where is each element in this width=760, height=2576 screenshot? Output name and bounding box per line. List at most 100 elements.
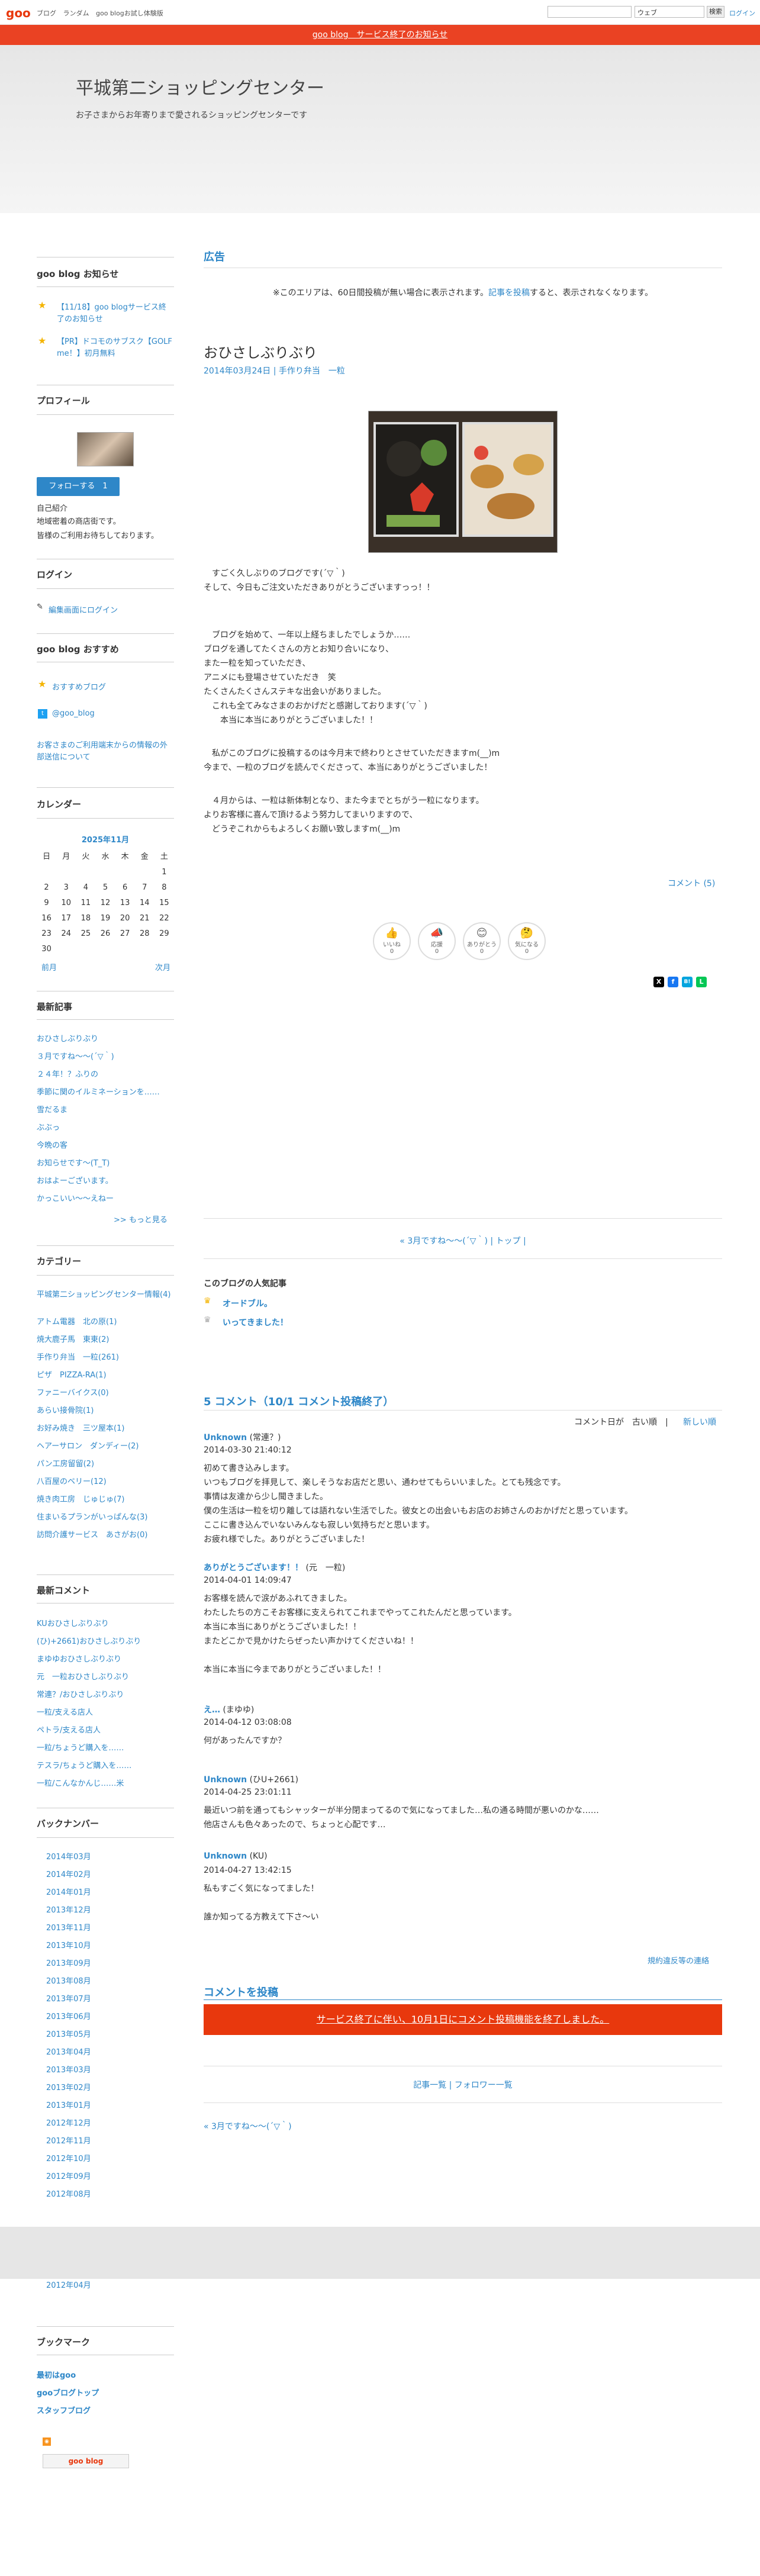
comment-author-name[interactable]: Unknown	[204, 1852, 247, 1861]
facebook-share-icon[interactable]: f	[668, 977, 678, 987]
comment-author-name[interactable]: Unknown	[204, 1775, 247, 1785]
rss-icon[interactable]: ◉	[43, 2437, 51, 2446]
backnumber-item[interactable]: 2013年02月	[46, 2081, 91, 2092]
category-item[interactable]: 焼大鹿子馬 東東(2)	[37, 1333, 109, 1344]
recent-comment[interactable]: 常連？/おひさしぶりぶり	[37, 1688, 124, 1699]
recent-comment[interactable]: ペトラ/支える店人	[37, 1724, 101, 1735]
entry-date[interactable]: 2014年03月24日 | 手作り弁当 一粒	[204, 365, 345, 376]
entry-title[interactable]: おひさしぶりぶり	[204, 341, 317, 362]
bookmark-item[interactable]: 最初はgoo	[37, 2369, 76, 2380]
recent-comment[interactable]: 一粒/ちょうど購入を……	[37, 1741, 124, 1753]
hatena-share-icon[interactable]: B!	[682, 977, 693, 987]
service-end-notice[interactable]: goo blog サービス終了のお知らせ	[0, 25, 760, 45]
follow-button[interactable]: フォローする 1	[37, 477, 120, 496]
goo-logo[interactable]: goo	[6, 6, 31, 20]
backnumber-item[interactable]: 2013年11月	[46, 1921, 91, 1933]
category-item[interactable]: ヘアーサロン ダンディー(2)	[37, 1440, 139, 1451]
comment-author-name[interactable]: Unknown	[204, 1433, 247, 1442]
backnumber-item[interactable]: 2013年05月	[46, 2028, 91, 2039]
comment-author-name[interactable]: ありがとうございます！！	[204, 1563, 303, 1573]
goo-blog-badge[interactable]: goo blog	[43, 2454, 129, 2468]
recent-comment[interactable]: 元 一粒おひさしぶりぶり	[37, 1670, 129, 1682]
search-input[interactable]	[548, 6, 632, 18]
backnumber-item[interactable]: 2014年03月	[46, 1850, 91, 1862]
goo-blog-twitter-link[interactable]: @goo_blog	[52, 709, 95, 718]
category-item[interactable]: 住まいるプランがいっぱんな(3)	[37, 1511, 147, 1522]
report-violation-link[interactable]: 規約違反等の連絡	[648, 1954, 709, 1966]
reaction-cheer-button[interactable]: 📣 応援 0	[418, 922, 456, 960]
category-item[interactable]: ファニーバイクス(0)	[37, 1386, 109, 1398]
backnumber-item[interactable]: 2014年01月	[46, 1886, 91, 1897]
recent-item[interactable]: 季節に関のイルミネーションを……	[37, 1086, 160, 1097]
category-item[interactable]: あらい接骨院(1)	[37, 1404, 94, 1415]
backnumber-item[interactable]: 2012年10月	[46, 2152, 91, 2163]
category-item[interactable]: アトム電器 北の原(1)	[37, 1315, 117, 1326]
backnumber-item[interactable]: 2012年08月	[46, 2188, 91, 2199]
category-item[interactable]: 平城第二ショッピングセンター情報(4)	[37, 1288, 174, 1299]
category-item[interactable]: パン工房留留(2)	[37, 1457, 94, 1469]
backnumber-item[interactable]: 2013年03月	[46, 2063, 91, 2075]
backnumber-item[interactable]: 2012年12月	[46, 2117, 91, 2128]
recent-more-link[interactable]: >> もっと見る	[114, 1213, 168, 1225]
category-item[interactable]: 手作り弁当 一粒(261)	[37, 1351, 119, 1362]
backnumber-item[interactable]: 2012年09月	[46, 2170, 91, 2181]
backnumber-item[interactable]: 2013年08月	[46, 1975, 91, 1986]
nav-random[interactable]: ランダム	[63, 9, 89, 17]
notice-item-1[interactable]: 【11/18】goo blogサービス終了のお知らせ	[57, 302, 173, 326]
comments-sort-new-link[interactable]: 新しい順	[683, 1416, 716, 1428]
recent-item[interactable]: かっこいい〜〜えねー	[37, 1192, 114, 1203]
recent-item[interactable]: おはよーございます。	[37, 1174, 113, 1186]
backnumber-item[interactable]: 2012年04月	[46, 2279, 91, 2290]
reaction-like-button[interactable]: 👍 いいね 0	[373, 922, 411, 960]
recommend-blog-link[interactable]: おすすめブログ	[52, 681, 106, 692]
comment-closed-notice[interactable]: サービス終了に伴い、10月1日にコメント投稿機能を終了しました。	[204, 2004, 722, 2035]
post-article-link[interactable]: 記事を投稿	[488, 288, 530, 298]
backnumber-item[interactable]: 2013年09月	[46, 1957, 91, 1968]
nav-blog[interactable]: ブログ	[37, 9, 56, 17]
bookmark-item[interactable]: スタッフブログ	[37, 2404, 91, 2416]
bookmark-item[interactable]: gooブログトップ	[37, 2387, 99, 2398]
login-link[interactable]: ログイン	[729, 8, 755, 18]
recent-item[interactable]: ３月ですね〜〜(´▽｀)	[37, 1050, 114, 1061]
comment-author-name[interactable]: え…	[204, 1705, 220, 1715]
popular-item[interactable]: いってきました！	[223, 1316, 288, 1328]
profile-avatar[interactable]	[77, 432, 134, 466]
category-item[interactable]: お好み焼き 三ツ屋本(1)	[37, 1422, 124, 1433]
search-select[interactable]: ウェブ	[635, 6, 704, 18]
category-item[interactable]: ピザ PIZZA-RA(1)	[37, 1368, 107, 1380]
recent-comment[interactable]: KUおひさしぶりぶり	[37, 1617, 109, 1628]
site-title[interactable]: 平城第二ショッピングセンター	[76, 73, 324, 99]
recent-comment[interactable]: テスラ/ちょうど購入を……	[37, 1759, 131, 1770]
recent-item[interactable]: おひさしぶりぶり	[37, 1032, 98, 1044]
recent-item[interactable]: ぶぶっ	[37, 1121, 60, 1132]
search-button[interactable]: 検索	[707, 6, 724, 18]
backnumber-item[interactable]: 2013年06月	[46, 2010, 91, 2021]
recent-comment[interactable]: (ひ)+2661)おひさしぶりぶり	[37, 1635, 141, 1646]
popular-item[interactable]: オードブル。	[223, 1297, 272, 1309]
backnumber-item[interactable]: 2013年07月	[46, 1992, 91, 2004]
reaction-curious-button[interactable]: 🤔 気になる 0	[508, 922, 546, 960]
recent-comment[interactable]: 一粒/こんなかんじ……米	[37, 1777, 124, 1788]
recent-comment[interactable]: まゆゆおひさしぶりぶり	[37, 1653, 121, 1664]
calendar-prev[interactable]: 前月	[41, 961, 57, 973]
calendar-next[interactable]: 次月	[155, 961, 170, 973]
backnumber-item[interactable]: 2013年12月	[46, 1904, 91, 1915]
category-item[interactable]: 焼き肉工房 じゅじゅ(7)	[37, 1493, 124, 1504]
line-share-icon[interactable]: L	[696, 977, 707, 987]
footer-links[interactable]: 記事一覧 | フォロワー一覧	[204, 2079, 722, 2091]
edit-login-link[interactable]: 編集画面にログイン	[49, 604, 118, 615]
recent-item[interactable]: 雪だるま	[37, 1103, 67, 1115]
footer-prev-link[interactable]: « 3月ですね〜〜(´▽｀)	[204, 2120, 292, 2132]
comment-count-link[interactable]: コメント (5)	[668, 877, 715, 889]
backnumber-item[interactable]: 2013年04月	[46, 2046, 91, 2057]
recent-item[interactable]: お知らせです〜(T_T)	[37, 1157, 110, 1168]
recent-item[interactable]: 今晩の客	[37, 1139, 67, 1150]
reaction-thanks-button[interactable]: 😊 ありがとう 0	[463, 922, 501, 960]
backnumber-item[interactable]: 2014年02月	[46, 1868, 91, 1879]
category-item[interactable]: 八百屋のベリー(12)	[37, 1475, 107, 1486]
external-send-note-link[interactable]: お客さまのご利用端末からの情報の外部送信について	[37, 740, 174, 764]
backnumber-item[interactable]: 2012年11月	[46, 2134, 91, 2146]
entry-pager[interactable]: « 3月ですね〜〜(´▽｀) | トップ |	[204, 1235, 722, 1247]
backnumber-item[interactable]: 2013年01月	[46, 2099, 91, 2110]
category-item[interactable]: 訪問介護サービス あさがお(0)	[37, 1528, 174, 1540]
